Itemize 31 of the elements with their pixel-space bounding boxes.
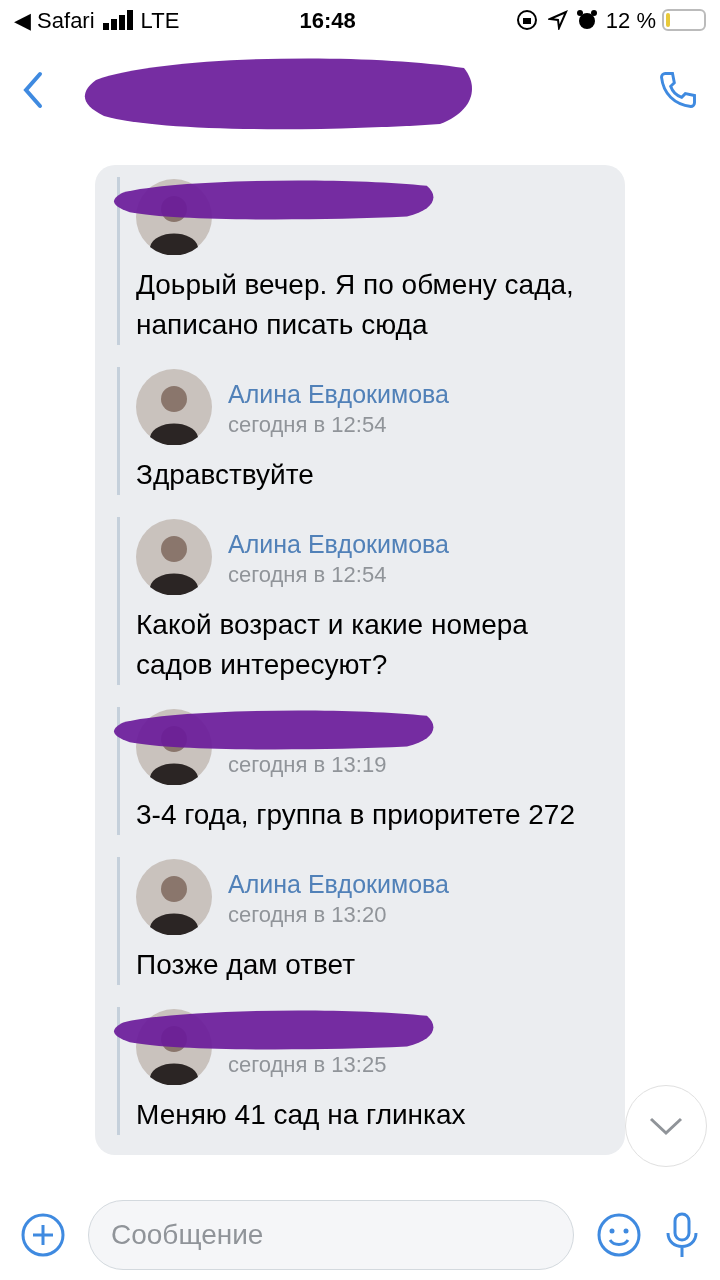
location-icon: [547, 10, 568, 30]
avatar-icon: [136, 859, 212, 935]
battery-percent: 12 %: [605, 6, 656, 35]
signal-icon: [102, 10, 135, 30]
author-name[interactable]: Алина Евдокимова: [228, 376, 449, 408]
message-text: Здравствуйте: [136, 458, 315, 492]
message-text: Какой возраст и какие номера садов интересуют?: [136, 608, 529, 682]
message-time: сегодня в 12:54: [228, 411, 388, 438]
emoji-icon[interactable]: [596, 1212, 642, 1258]
message-input[interactable]: Сообщение: [88, 1200, 574, 1270]
avatar-icon: [136, 519, 212, 595]
rotation-lock-icon: [515, 9, 538, 31]
message-text: 3-4 года, группа в приоритете 272: [136, 798, 576, 832]
message-text: Позже дам ответ: [136, 948, 357, 982]
message-text: Доьрый вечер. Я по обмену сада, написано писать сюда: [136, 268, 575, 342]
message-time: сегодня в 13:20: [228, 901, 388, 928]
clock-time: 16:48: [298, 6, 357, 35]
add-icon[interactable]: [20, 1212, 66, 1258]
microphone-icon[interactable]: [664, 1211, 700, 1259]
back-to-app-link[interactable]: ◀ Safari: [14, 3, 95, 37]
message-time: сегодня в 13:19: [228, 751, 387, 778]
author-name[interactable]: Алина Евдокимова: [228, 866, 449, 898]
avatar-icon: [136, 369, 212, 445]
alarm-icon: [575, 9, 598, 31]
chevron-down-icon: [648, 1116, 684, 1136]
message-text: Меняю 41 сад на глинках: [136, 1098, 467, 1132]
author-name[interactable]: Алина Евдокимова: [228, 526, 449, 558]
message-time: сегодня в 13:25: [228, 1051, 387, 1078]
network-type: LTE: [140, 6, 180, 35]
message-time: сегодня в 12:54: [228, 561, 388, 588]
battery-icon: [662, 9, 706, 31]
